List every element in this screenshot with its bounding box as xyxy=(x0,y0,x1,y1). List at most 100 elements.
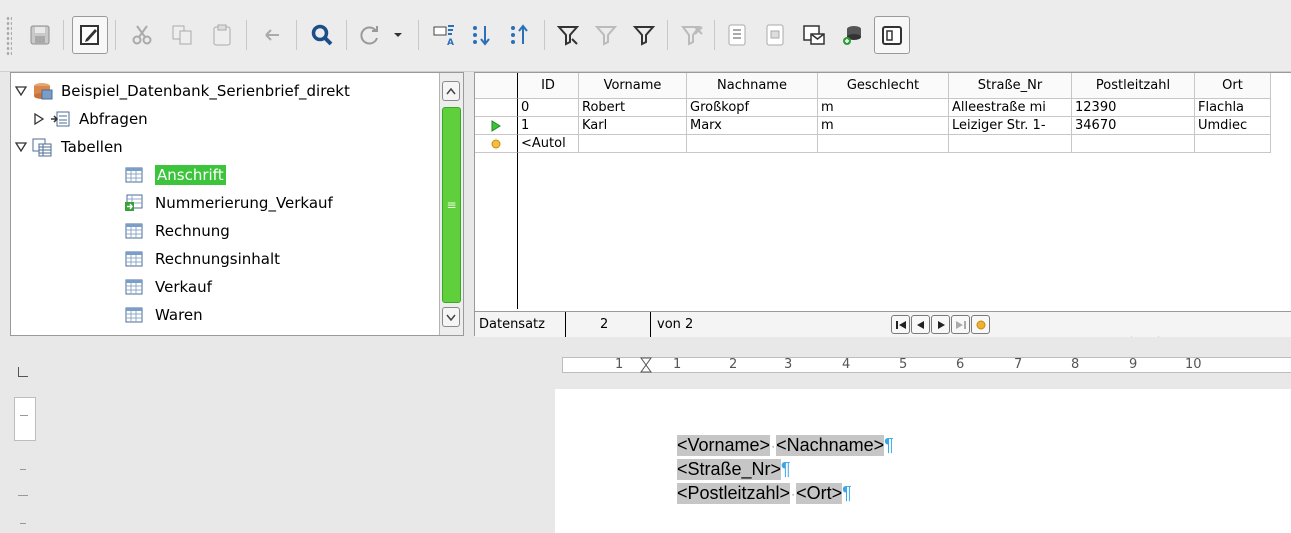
grid-cell[interactable] xyxy=(1072,135,1195,153)
explorer-toggle-button[interactable] xyxy=(874,16,910,54)
grid-cell[interactable]: m xyxy=(818,117,949,135)
refresh-dropdown-button[interactable] xyxy=(388,16,408,54)
edit-mode-button[interactable] xyxy=(72,16,108,54)
sort-button[interactable]: A xyxy=(426,16,462,54)
expand-triangle-icon[interactable] xyxy=(29,113,49,125)
sort-ascending-button[interactable] xyxy=(464,16,500,54)
tree-node-table[interactable]: Nummerierung_Verkauf xyxy=(123,189,333,217)
column-header[interactable]: Straße_Nr xyxy=(949,73,1072,99)
column-header[interactable]: Geschlecht xyxy=(818,73,949,99)
grid-cell[interactable]: Großkopf xyxy=(687,99,818,117)
row-header[interactable] xyxy=(475,135,518,153)
grid-cell[interactable] xyxy=(949,135,1072,153)
grid-cell[interactable]: Leiziger Str. 1- xyxy=(949,117,1072,135)
new-record-button[interactable] xyxy=(971,315,990,334)
collapse-triangle-icon[interactable] xyxy=(11,86,31,96)
table-row[interactable]: 0 Robert Großkopf m Alleestraße mi 12390 Flach… xyxy=(475,99,1271,117)
paragraph[interactable]: <Vorname> · <Nachname> ¶ xyxy=(677,435,894,456)
scroll-thumb[interactable]: ≡ xyxy=(442,107,461,303)
table-name: Waren xyxy=(155,306,203,324)
grid-cell[interactable]: 0 xyxy=(518,99,579,117)
tab-stop-selector[interactable] xyxy=(18,367,28,377)
column-header[interactable]: Nachname xyxy=(687,73,818,99)
mail-merge-field[interactable]: <Straße_Nr> xyxy=(677,459,782,480)
tree-node-tables[interactable]: Tabellen xyxy=(11,133,123,161)
paragraph[interactable]: <Straße_Nr> ¶ xyxy=(677,459,791,480)
document-page[interactable]: <Vorname> · <Nachname> ¶ <Straße_Nr> ¶ <Postle… xyxy=(555,389,1291,533)
first-record-button[interactable] xyxy=(891,315,910,334)
grid-cell[interactable] xyxy=(579,135,687,153)
find-record-button[interactable] xyxy=(304,16,340,54)
sort-descending-button[interactable] xyxy=(502,16,538,54)
paragraph[interactable]: <Postleitzahl> · <Ort> ¶ xyxy=(677,483,852,504)
row-header[interactable] xyxy=(475,99,518,117)
data-to-text-icon xyxy=(728,24,746,46)
grid-cell[interactable]: 1 xyxy=(518,117,579,135)
horizontal-ruler[interactable]: 1 1 2 3 4 5 6 7 8 9 10 xyxy=(562,351,1291,379)
table-row[interactable]: 1 Karl Marx m Leiziger Str. 1- 34670 Umdiec xyxy=(475,117,1271,135)
grid-cell[interactable]: Robert xyxy=(579,99,687,117)
last-record-button[interactable] xyxy=(951,315,970,334)
tree-node-table[interactable]: Rechnungsinhalt xyxy=(123,245,280,273)
column-header[interactable]: Vorname xyxy=(579,73,687,99)
mail-merge-field[interactable]: <Vorname> xyxy=(677,435,771,456)
grid-cell[interactable] xyxy=(818,135,949,153)
grid-cell[interactable]: Flachla xyxy=(1195,99,1271,117)
data-to-text-button[interactable] xyxy=(720,16,756,54)
previous-record-button[interactable] xyxy=(911,315,930,334)
tree-node-table[interactable]: Anschrift xyxy=(123,161,226,189)
copy-button[interactable] xyxy=(164,16,200,54)
tree-node-queries[interactable]: Abfragen xyxy=(29,105,148,133)
refresh-button[interactable] xyxy=(352,16,388,54)
table-row[interactable]: <Autol xyxy=(475,135,1271,153)
navigator-scrollbar[interactable]: ≡ xyxy=(439,73,463,335)
collapse-triangle-icon[interactable] xyxy=(11,142,31,152)
remove-filter-button[interactable] xyxy=(674,16,710,54)
mail-merge-field[interactable]: <Postleitzahl> xyxy=(677,483,791,504)
scroll-down-button[interactable] xyxy=(442,307,460,327)
paste-button[interactable] xyxy=(204,16,240,54)
mail-merge-field[interactable]: <Ort> xyxy=(796,483,843,504)
grid-cell[interactable]: Marx xyxy=(687,117,818,135)
mail-merge-field[interactable]: <Nachname> xyxy=(776,435,885,456)
cut-button[interactable] xyxy=(124,16,160,54)
table-icon xyxy=(123,305,145,325)
row-header[interactable] xyxy=(475,117,518,135)
grid-cell[interactable]: Umdiec xyxy=(1195,117,1271,135)
grid-cell[interactable] xyxy=(687,135,818,153)
grid-cell[interactable] xyxy=(1195,135,1271,153)
row-header-corner[interactable] xyxy=(475,73,518,99)
data-source-button[interactable] xyxy=(834,16,870,54)
tree-node-table[interactable]: Waren xyxy=(123,301,203,329)
standard-filter-button[interactable] xyxy=(626,16,662,54)
edit-mode-icon xyxy=(80,25,99,45)
vertical-ruler[interactable] xyxy=(14,397,36,533)
undo-button[interactable] xyxy=(254,16,290,54)
column-header[interactable]: Postleitzahl xyxy=(1072,73,1195,99)
apply-filter-button[interactable] xyxy=(588,16,624,54)
toolbar-separator xyxy=(667,20,668,50)
grid-cell[interactable]: Alleestraße mi xyxy=(949,99,1072,117)
next-record-button[interactable] xyxy=(931,315,950,334)
save-button[interactable] xyxy=(22,16,58,54)
grid-cell[interactable]: 12390 xyxy=(1072,99,1195,117)
toolbar-separator xyxy=(115,20,116,50)
scroll-up-button[interactable] xyxy=(442,81,460,101)
grid-cell[interactable]: <Autol xyxy=(518,135,579,153)
grid-cell[interactable]: Karl xyxy=(579,117,687,135)
indent-marker-icon[interactable] xyxy=(640,357,652,373)
tree-node-table[interactable]: Rechnung xyxy=(123,217,230,245)
tree-node-database[interactable]: Beispiel_Datenbank_Serienbrief_direkt xyxy=(11,77,350,105)
autofilter-button[interactable] xyxy=(550,16,586,54)
grid-cell[interactable]: m xyxy=(818,99,949,117)
chevron-up-icon xyxy=(446,87,456,94)
record-number-field[interactable]: 2 xyxy=(566,311,651,338)
column-header[interactable]: ID xyxy=(518,73,579,99)
grid-cell[interactable]: 34670 xyxy=(1072,117,1195,135)
column-header[interactable]: Ort xyxy=(1195,73,1271,99)
data-to-fields-button[interactable] xyxy=(758,16,794,54)
toolbar-grip[interactable] xyxy=(6,16,12,56)
tree-node-table[interactable]: Verkauf xyxy=(123,273,212,301)
mail-merge-button[interactable] xyxy=(796,16,832,54)
table-name: Verkauf xyxy=(155,278,212,296)
